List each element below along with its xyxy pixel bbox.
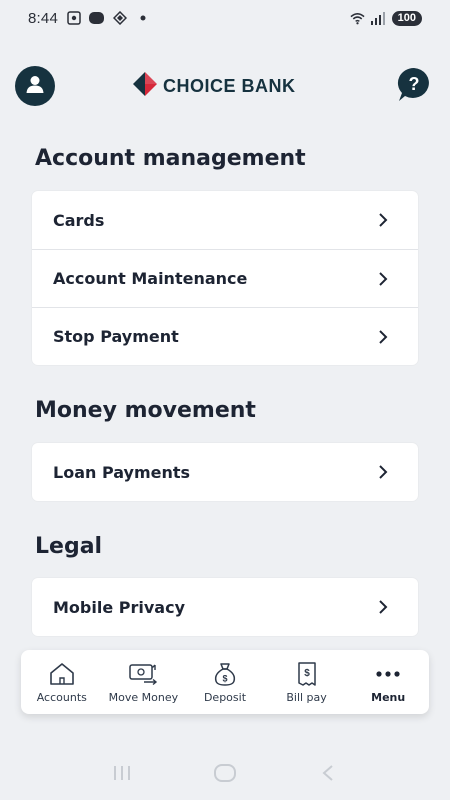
menu-item-label: Account Maintenance	[53, 269, 248, 288]
nav-deposit[interactable]: $ Deposit	[184, 650, 266, 714]
chevron-right-icon	[376, 212, 390, 228]
legal-card: Mobile Privacy	[32, 578, 418, 636]
status-bar: 8:44 100	[0, 0, 450, 36]
nav-label: Accounts	[36, 690, 87, 704]
signal-icon	[371, 11, 386, 26]
chevron-right-icon	[376, 329, 390, 345]
menu-item-cards[interactable]: Cards	[32, 191, 418, 249]
nav-label: Menu	[371, 690, 406, 704]
menu-item-label: Cards	[53, 210, 105, 230]
nav-label: Bill pay	[286, 690, 327, 704]
svg-text:?: ?	[409, 74, 420, 94]
status-time: 8:44	[28, 9, 58, 27]
section-title-money-movement: Money movement	[35, 398, 256, 423]
profile-button[interactable]	[15, 66, 55, 106]
bottom-navigation: Accounts Move Money $ Deposit $ Bill pay…	[21, 650, 429, 714]
money-transfer-icon	[128, 661, 158, 687]
recent-apps-icon	[111, 765, 133, 786]
brand-logo: CHOICE BANK	[133, 71, 296, 101]
help-button[interactable]: ?	[395, 66, 433, 104]
status-left: 8:44	[28, 10, 150, 27]
bill-icon: $	[292, 661, 322, 687]
status-right: 100	[350, 10, 422, 26]
account-management-card: Cards Account Maintenance Stop Payment	[32, 191, 418, 365]
battery-indicator: 100	[391, 10, 422, 26]
wifi-icon	[350, 11, 365, 26]
back-button[interactable]	[315, 764, 341, 786]
system-navigation	[0, 752, 450, 798]
brand-name: CHOICE BANK	[163, 75, 296, 96]
back-chevron-icon	[321, 764, 335, 787]
app-header: CHOICE BANK ?	[0, 62, 450, 106]
more-dots-icon	[373, 661, 403, 687]
recent-apps-button[interactable]	[109, 764, 135, 786]
chevron-right-icon	[376, 464, 390, 480]
nav-label: Deposit	[203, 690, 247, 704]
help-chat-icon: ?	[395, 67, 433, 108]
svg-text:$: $	[222, 673, 227, 683]
menu-item-loan-payments[interactable]: Loan Payments	[32, 443, 418, 501]
home-circle-icon	[213, 763, 237, 788]
home-button[interactable]	[212, 763, 238, 788]
choice-bank-logo-icon	[133, 71, 157, 101]
menu-item-mobile-privacy[interactable]: Mobile Privacy	[32, 578, 418, 636]
section-title-legal: Legal	[35, 534, 103, 559]
nav-menu[interactable]: Menu	[347, 650, 429, 714]
section-title-account-management: Account management	[35, 146, 306, 171]
app-notification-icon	[89, 11, 104, 26]
home-icon	[47, 661, 77, 687]
nav-bill-pay[interactable]: $ Bill pay	[266, 650, 348, 714]
svg-text:$: $	[304, 668, 310, 679]
chevron-right-icon	[376, 599, 390, 615]
data-saver-icon	[112, 11, 127, 26]
nav-label: Move Money	[108, 690, 179, 704]
chevron-right-icon	[376, 271, 390, 287]
menu-item-account-maintenance[interactable]: Account Maintenance	[32, 249, 418, 307]
nav-move-money[interactable]: Move Money	[103, 650, 185, 714]
menu-item-label: Loan Payments	[53, 462, 191, 482]
screenshot-icon	[66, 11, 81, 26]
money-movement-card: Loan Payments	[32, 443, 418, 501]
menu-item-label: Mobile Privacy	[53, 597, 185, 617]
user-icon	[24, 73, 46, 100]
money-bag-icon: $	[210, 661, 240, 687]
notification-dot-icon	[135, 11, 150, 26]
menu-item-label: Stop Payment	[53, 327, 179, 346]
nav-accounts[interactable]: Accounts	[21, 650, 103, 714]
menu-item-stop-payment[interactable]: Stop Payment	[32, 307, 418, 365]
